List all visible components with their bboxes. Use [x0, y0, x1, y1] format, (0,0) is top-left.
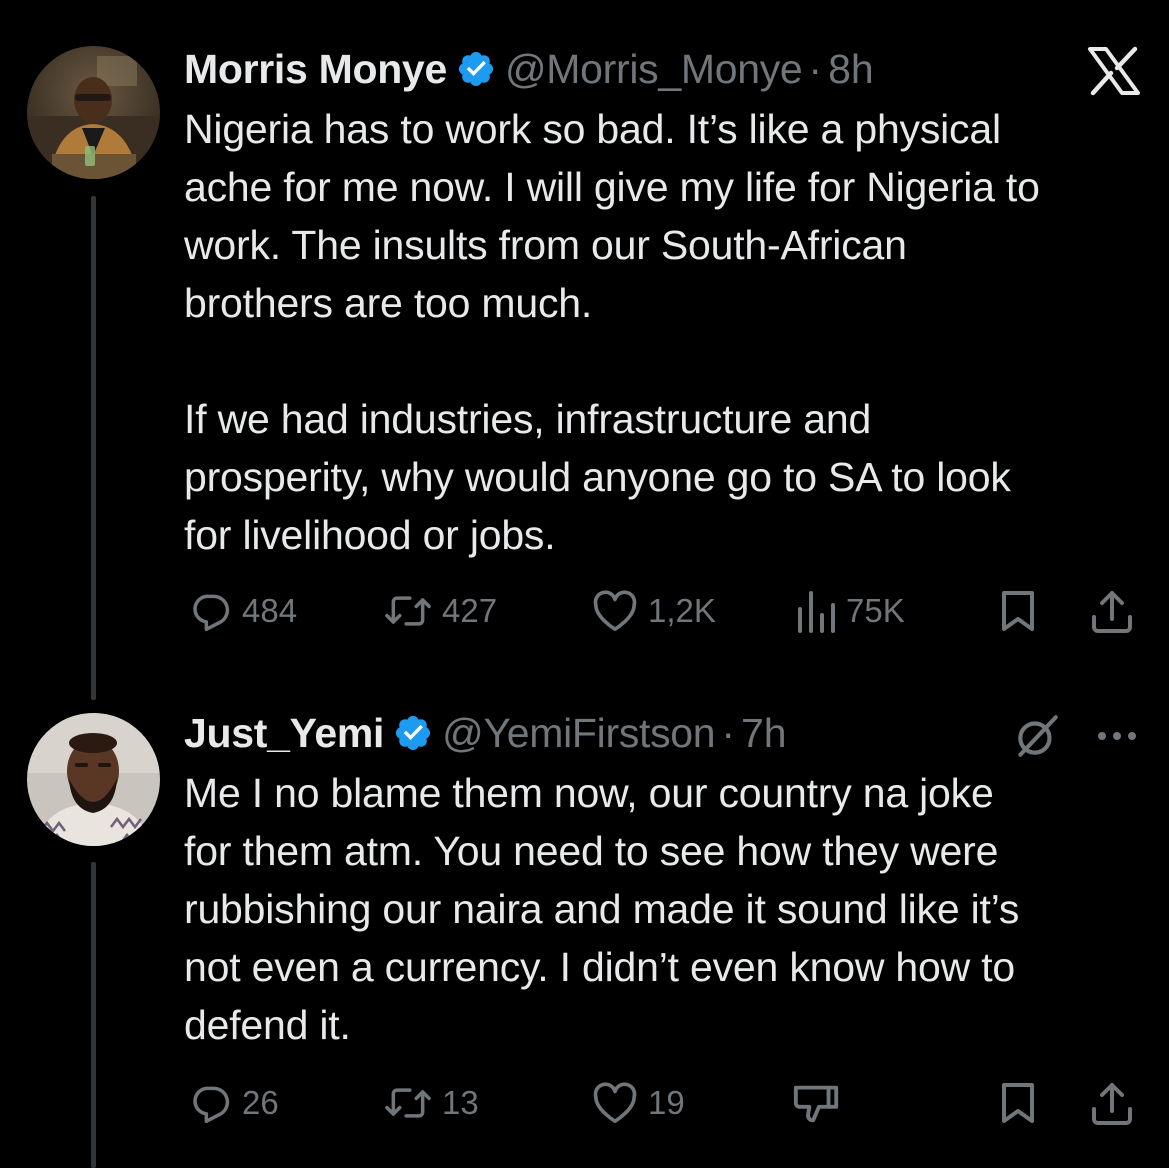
- verified-badge-icon: [393, 713, 433, 753]
- reply-count: 484: [242, 592, 298, 629]
- user-handle[interactable]: @YemiFirstson: [442, 710, 715, 757]
- display-name[interactable]: Morris Monye: [184, 46, 447, 93]
- reply-icon: [188, 589, 232, 633]
- tweet-header: Morris Monye @Morris_Monye · 8h: [184, 44, 874, 94]
- bookmark-icon: [998, 589, 1038, 633]
- retweet-button[interactable]: 427: [384, 589, 497, 633]
- separator: ·: [808, 45, 823, 92]
- timestamp[interactable]: 8h: [828, 46, 874, 93]
- bookmark-button[interactable]: [998, 589, 1038, 633]
- tweet-text: Nigeria has to work so bad. It’s like a …: [184, 106, 1040, 558]
- retweet-button[interactable]: 13: [384, 1081, 479, 1125]
- analytics-icon: [796, 589, 836, 633]
- views-button[interactable]: 75K: [796, 589, 905, 633]
- view-count: 75K: [846, 592, 905, 629]
- heart-icon: [592, 1081, 638, 1125]
- tweet-text: Me I no blame them now, our country na j…: [184, 770, 1020, 1048]
- retweet-count: 13: [442, 1084, 479, 1121]
- reply-icon: [188, 1081, 232, 1125]
- bookmark-icon: [998, 1081, 1038, 1125]
- avatar[interactable]: [27, 713, 160, 846]
- like-count: 19: [648, 1084, 685, 1121]
- reply-count: 26: [242, 1084, 279, 1121]
- avatar[interactable]: [27, 46, 160, 179]
- user-handle[interactable]: @Morris_Monye: [505, 46, 803, 93]
- retweet-count: 427: [442, 592, 498, 629]
- grok-icon[interactable]: [1012, 714, 1062, 758]
- reply-button[interactable]: 26: [188, 1081, 279, 1125]
- like-button[interactable]: 19: [592, 1081, 685, 1125]
- heart-icon: [592, 589, 638, 633]
- x-logo-icon: [1087, 46, 1141, 96]
- verified-badge-icon: [456, 49, 496, 89]
- share-icon: [1090, 1081, 1134, 1125]
- like-count: 1,2K: [648, 592, 716, 629]
- tweet-header: Just_Yemi @YemiFirstson · 7h: [184, 708, 787, 758]
- thread-line: [91, 196, 96, 700]
- share-button[interactable]: [1090, 1081, 1134, 1125]
- bookmark-button[interactable]: [998, 1081, 1038, 1125]
- timestamp[interactable]: 7h: [741, 710, 787, 757]
- reply-button[interactable]: 484: [188, 589, 297, 633]
- thread-line: [91, 862, 96, 1168]
- like-button[interactable]: 1,2K: [592, 589, 716, 633]
- action-bar: 26 13 19: [184, 1081, 1139, 1125]
- retweet-icon: [384, 1081, 432, 1125]
- retweet-icon: [384, 589, 432, 633]
- share-button[interactable]: [1090, 589, 1134, 633]
- thumbs-down-icon: [792, 1081, 842, 1125]
- action-bar: 484 427 1,2K 75K: [184, 589, 1139, 633]
- downvote-button[interactable]: [792, 1081, 842, 1125]
- separator: ·: [721, 709, 735, 756]
- share-icon: [1090, 589, 1134, 633]
- display-name[interactable]: Just_Yemi: [184, 710, 384, 757]
- more-options-icon[interactable]: [1094, 714, 1140, 758]
